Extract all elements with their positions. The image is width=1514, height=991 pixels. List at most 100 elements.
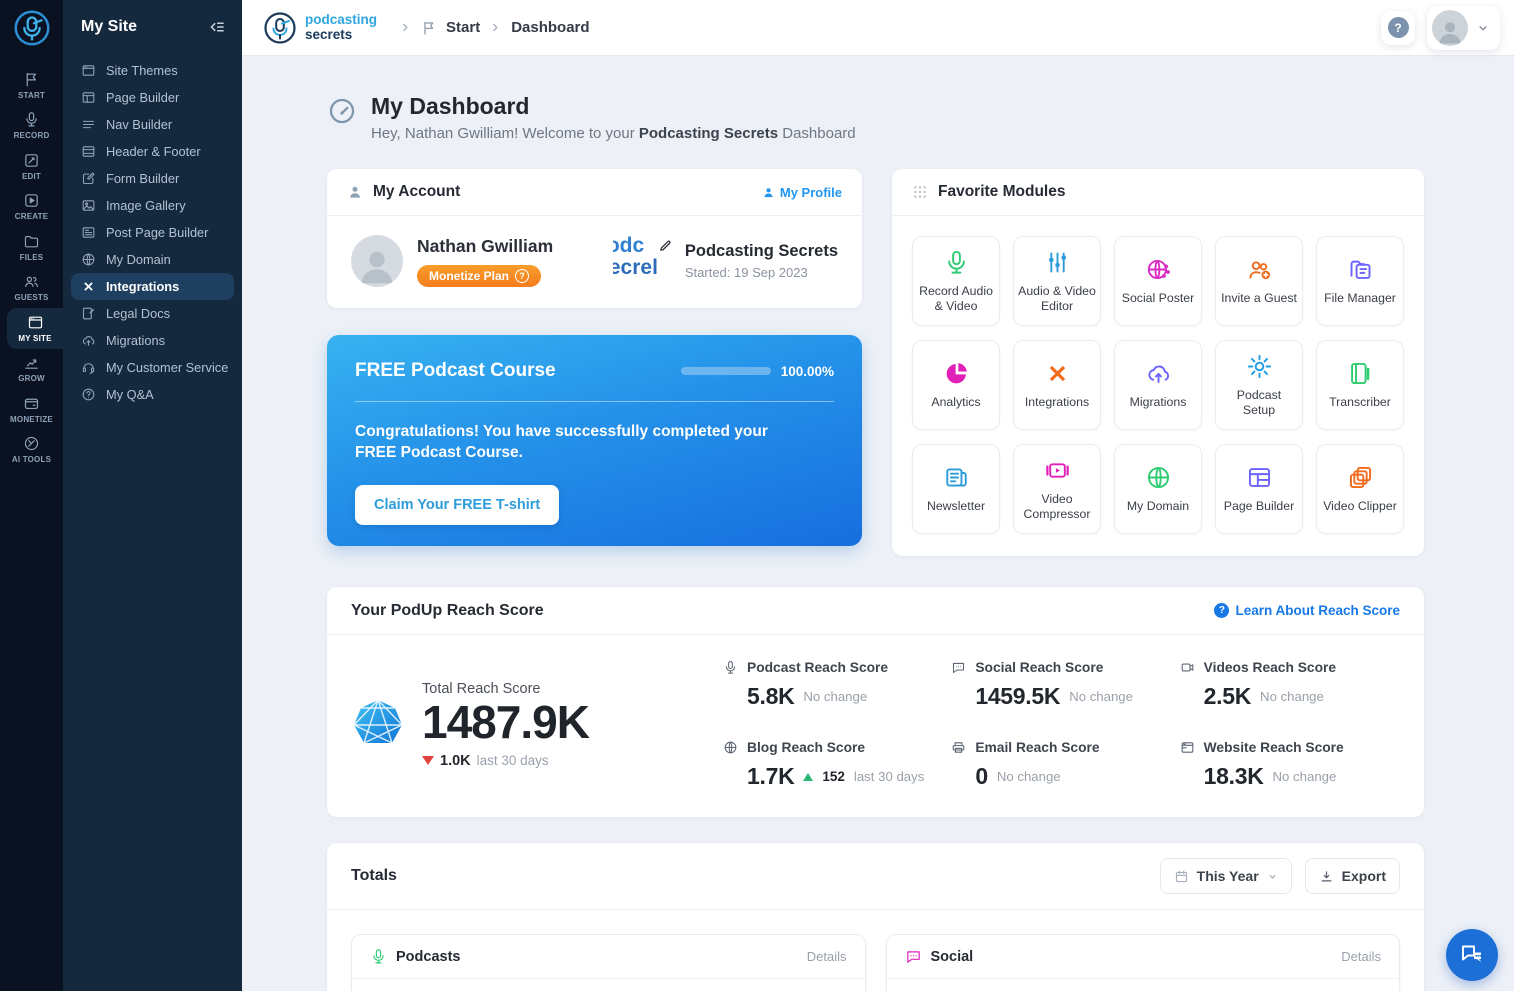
reach-metric-podcast-reach-score: Podcast Reach Score 5.8K No change bbox=[723, 660, 943, 710]
sidebar-item-integrations[interactable]: Integrations bbox=[71, 273, 234, 300]
sidebar-title: My Site bbox=[81, 18, 138, 35]
sidebar-item-migrations[interactable]: Migrations bbox=[71, 327, 234, 354]
email-icon bbox=[951, 740, 966, 755]
sidebar-item-legal-docs[interactable]: Legal Docs bbox=[71, 300, 234, 327]
modules-card-title: Favorite Modules bbox=[938, 183, 1066, 200]
details-link[interactable]: Details bbox=[1341, 949, 1381, 964]
main-content: My Dashboard Hey, Nathan Gwilliam! Welco… bbox=[242, 55, 1514, 991]
transcriber-icon bbox=[1347, 360, 1374, 387]
chat-icon bbox=[951, 660, 966, 675]
module-tile-integrations[interactable]: Integrations bbox=[1013, 340, 1101, 430]
avatar bbox=[1432, 9, 1468, 46]
headset-icon bbox=[81, 360, 96, 375]
module-tile-video-clipper[interactable]: Video Clipper bbox=[1316, 444, 1404, 534]
breadcrumb-dashboard[interactable]: Dashboard bbox=[511, 19, 589, 36]
divider bbox=[355, 401, 834, 402]
site-logo-thumbnail[interactable]: odc ecrel bbox=[613, 236, 673, 286]
sidebar-item-my-domain[interactable]: My Domain bbox=[71, 246, 234, 273]
question-icon: ? bbox=[515, 268, 530, 283]
brand-line1: podcasting bbox=[305, 12, 378, 28]
rail-item-start[interactable]: START bbox=[0, 65, 63, 106]
lines-icon bbox=[81, 117, 96, 132]
sidebar-item-page-builder[interactable]: Page Builder bbox=[71, 84, 234, 111]
sidebar-item-image-gallery[interactable]: Image Gallery bbox=[71, 192, 234, 219]
sidebar-item-header-footer[interactable]: Header & Footer bbox=[71, 138, 234, 165]
sidebar-item-form-builder[interactable]: Form Builder bbox=[71, 165, 234, 192]
module-tile-newsletter[interactable]: Newsletter bbox=[912, 444, 1000, 534]
module-tile-file-manager[interactable]: File Manager bbox=[1316, 236, 1404, 326]
learn-reach-score-link[interactable]: ? Learn About Reach Score bbox=[1214, 603, 1400, 618]
sidebar-nav: Site Themes Page Builder Nav Builder Hea… bbox=[63, 49, 242, 408]
claim-tshirt-button[interactable]: Claim Your FREE T-shirt bbox=[355, 484, 560, 525]
user-menu-button[interactable] bbox=[1427, 5, 1500, 50]
reach-metric-social-reach-score: Social Reach Score 1459.5K No change bbox=[951, 660, 1171, 710]
rail-item-ai-tools[interactable]: AI TOOLS bbox=[0, 430, 63, 471]
clipper-icon bbox=[1347, 464, 1374, 491]
module-tile-page-builder[interactable]: Page Builder bbox=[1215, 444, 1303, 534]
layout-icon bbox=[81, 90, 96, 105]
free-course-card: FREE Podcast Course 100.00% Congratulati… bbox=[327, 335, 862, 546]
rail-item-create[interactable]: CREATE bbox=[0, 187, 63, 228]
module-tile-invite-a-guest[interactable]: Invite a Guest bbox=[1215, 236, 1303, 326]
sidebar-item-site-themes[interactable]: Site Themes bbox=[71, 57, 234, 84]
mic-icon bbox=[943, 249, 970, 276]
tools-icon bbox=[23, 435, 40, 452]
question-icon: ? bbox=[1214, 603, 1230, 618]
image-icon bbox=[81, 198, 96, 213]
globe-icon bbox=[81, 252, 96, 267]
module-tile-podcast-setup[interactable]: Podcast Setup bbox=[1215, 340, 1303, 430]
dashboard-gauge-icon bbox=[327, 96, 357, 126]
rail-item-guests[interactable]: GUESTS bbox=[0, 268, 63, 309]
site-name: Podcasting Secrets bbox=[684, 242, 838, 260]
module-tile-analytics[interactable]: Analytics bbox=[912, 340, 1000, 430]
plan-badge[interactable]: Monetize Plan ? bbox=[417, 264, 542, 287]
totals-title: Totals bbox=[351, 867, 397, 884]
folder-icon bbox=[23, 233, 40, 250]
grid-icon bbox=[912, 184, 928, 200]
module-tile-migrations[interactable]: Migrations bbox=[1114, 340, 1202, 430]
app-logo[interactable] bbox=[9, 5, 55, 51]
help-button[interactable]: ? bbox=[1381, 10, 1415, 45]
cloud-up-icon bbox=[81, 333, 96, 348]
course-message: Congratulations! You have successfully c… bbox=[355, 423, 768, 462]
module-tile-audio-video-editor[interactable]: Audio & Video Editor bbox=[1013, 236, 1101, 326]
module-tile-record-audio-video[interactable]: Record Audio & Video bbox=[912, 236, 1000, 326]
breadcrumb-start[interactable]: Start bbox=[446, 19, 480, 36]
reach-metric-blog-reach-score: Blog Reach Score 1.7K 152 last 30 days bbox=[723, 740, 943, 790]
reach-metric-videos-reach-score: Videos Reach Score 2.5K No change bbox=[1180, 660, 1400, 710]
sidebar-item-my-customer-service[interactable]: My Customer Service bbox=[71, 354, 234, 381]
rail-item-grow[interactable]: GROW bbox=[0, 349, 63, 390]
reach-gem-icon bbox=[353, 699, 403, 744]
module-tile-social-poster[interactable]: Social Poster bbox=[1114, 236, 1202, 326]
course-progress-bar bbox=[680, 367, 771, 375]
course-title: FREE Podcast Course bbox=[355, 360, 556, 381]
account-card-title: My Account bbox=[373, 183, 461, 200]
module-tile-transcriber[interactable]: Transcriber bbox=[1316, 340, 1404, 430]
page-builder-icon bbox=[1246, 464, 1273, 491]
rail-item-files[interactable]: FILES bbox=[0, 227, 63, 268]
chat-icon bbox=[905, 948, 922, 965]
rail-item-monetize[interactable]: MONETIZE bbox=[0, 389, 63, 430]
export-button[interactable]: Export bbox=[1304, 858, 1400, 894]
reach-metric-email-reach-score: Email Reach Score 0 No change bbox=[951, 740, 1171, 790]
sidebar-item-my-q-a[interactable]: My Q&A bbox=[71, 381, 234, 408]
header-footer-icon bbox=[81, 144, 96, 159]
rail-item-my-site[interactable]: MY SITE bbox=[7, 308, 63, 349]
page-title: My Dashboard bbox=[371, 93, 530, 119]
rail-item-record[interactable]: RECORD bbox=[0, 106, 63, 147]
date-filter-dropdown[interactable]: This Year bbox=[1159, 858, 1292, 894]
module-tile-my-domain[interactable]: My Domain bbox=[1114, 444, 1202, 534]
collapse-sidebar-icon[interactable] bbox=[206, 17, 226, 37]
my-profile-link[interactable]: My Profile bbox=[762, 185, 842, 200]
details-link[interactable]: Details bbox=[807, 949, 847, 964]
module-tile-video-compressor[interactable]: Video Compressor bbox=[1013, 444, 1101, 534]
rail-item-edit[interactable]: EDIT bbox=[0, 146, 63, 187]
chat-widget-button[interactable] bbox=[1446, 929, 1498, 981]
newsletter-icon bbox=[943, 464, 970, 491]
sidebar-item-post-page-builder[interactable]: Post Page Builder bbox=[71, 219, 234, 246]
gear-icon bbox=[1246, 353, 1273, 380]
reach-score-card: Your PodUp Reach Score ? Learn About Rea… bbox=[327, 587, 1424, 817]
sidebar-item-nav-builder[interactable]: Nav Builder bbox=[71, 111, 234, 138]
brand-logo[interactable]: podcasting secrets bbox=[262, 10, 377, 46]
edit-pencil-icon[interactable] bbox=[657, 238, 673, 253]
